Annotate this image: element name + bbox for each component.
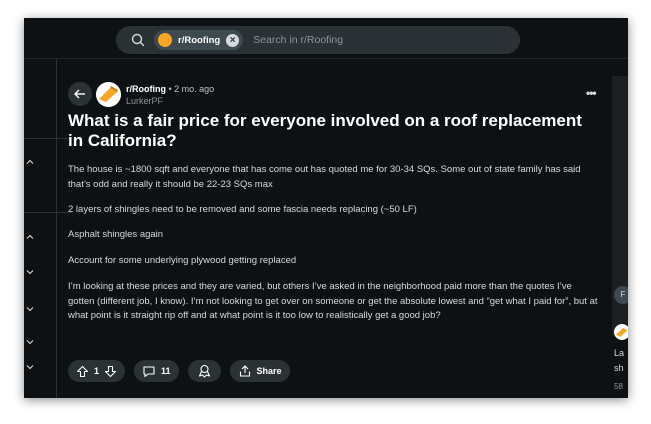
chevron-icon[interactable] xyxy=(26,305,34,313)
author-link[interactable]: LurkerPF xyxy=(126,96,163,106)
top-divider xyxy=(24,58,628,59)
more-icon[interactable]: ••• xyxy=(586,86,597,100)
community-icon xyxy=(96,82,121,107)
post-time: • 2 mo. ago xyxy=(168,84,215,94)
top-bar: r/Roofing × Search in r/Roofing xyxy=(24,18,628,58)
comment-icon xyxy=(143,365,155,377)
chevron-icon[interactable] xyxy=(26,363,34,371)
right-panel-text: La xyxy=(614,348,625,358)
right-panel-avatar xyxy=(614,324,628,340)
app-window: r/Roofing × Search in r/Roofing r/Roofin… xyxy=(24,18,628,398)
vote-control: 1 xyxy=(68,360,126,382)
post-meta: r/Roofing • 2 mo. ago xyxy=(126,84,214,94)
community-icon xyxy=(615,327,628,337)
award-icon xyxy=(198,364,210,378)
chevron-icon[interactable] xyxy=(26,268,34,276)
post-paragraph: I’m looking at these prices and they are… xyxy=(68,281,598,321)
back-button[interactable] xyxy=(68,82,92,106)
upvote-icon[interactable] xyxy=(76,365,89,378)
clear-icon[interactable]: × xyxy=(226,33,240,47)
sidebar-divider xyxy=(24,212,72,213)
sidebar-divider xyxy=(24,138,72,139)
search-bar[interactable]: r/Roofing × Search in r/Roofing xyxy=(116,26,520,54)
award-button[interactable] xyxy=(187,360,221,382)
right-panel-button[interactable]: F xyxy=(614,286,628,304)
share-icon xyxy=(239,365,250,377)
post-paragraph: Account for some underlying plywood gett… xyxy=(68,255,297,266)
chevron-icon[interactable] xyxy=(26,158,34,166)
search-icon xyxy=(131,33,145,47)
community-chip-label: r/Roofing xyxy=(178,34,221,46)
back-icon xyxy=(74,89,85,99)
post-paragraph: 2 layers of shingles need to be removed … xyxy=(68,204,417,215)
community-chip[interactable]: r/Roofing × xyxy=(154,30,244,50)
left-sidebar xyxy=(24,59,57,398)
share-button[interactable]: Share xyxy=(229,360,290,382)
subreddit-link[interactable]: r/Roofing xyxy=(126,84,166,94)
share-label: Share xyxy=(256,366,282,376)
chevron-icon[interactable] xyxy=(26,233,34,241)
search-input[interactable]: Search in r/Roofing xyxy=(253,34,343,46)
downvote-icon[interactable] xyxy=(104,365,117,378)
post-paragraph: Asphalt shingles again xyxy=(68,229,164,240)
community-avatar[interactable] xyxy=(96,82,121,107)
post-paragraph: The house is ~1800 sqft and everyone tha… xyxy=(68,164,581,190)
post-title: What is a fair price for everyone involv… xyxy=(68,111,582,150)
community-icon xyxy=(158,33,172,47)
comments-button[interactable]: 11 xyxy=(134,360,179,382)
right-panel-text: sh xyxy=(614,363,624,373)
comment-count: 11 xyxy=(161,366,171,376)
vote-count: 1 xyxy=(94,366,100,376)
right-panel-text: 58 xyxy=(614,382,623,391)
post-actions: 1 11 Share xyxy=(68,360,299,382)
chevron-icon[interactable] xyxy=(26,338,34,346)
